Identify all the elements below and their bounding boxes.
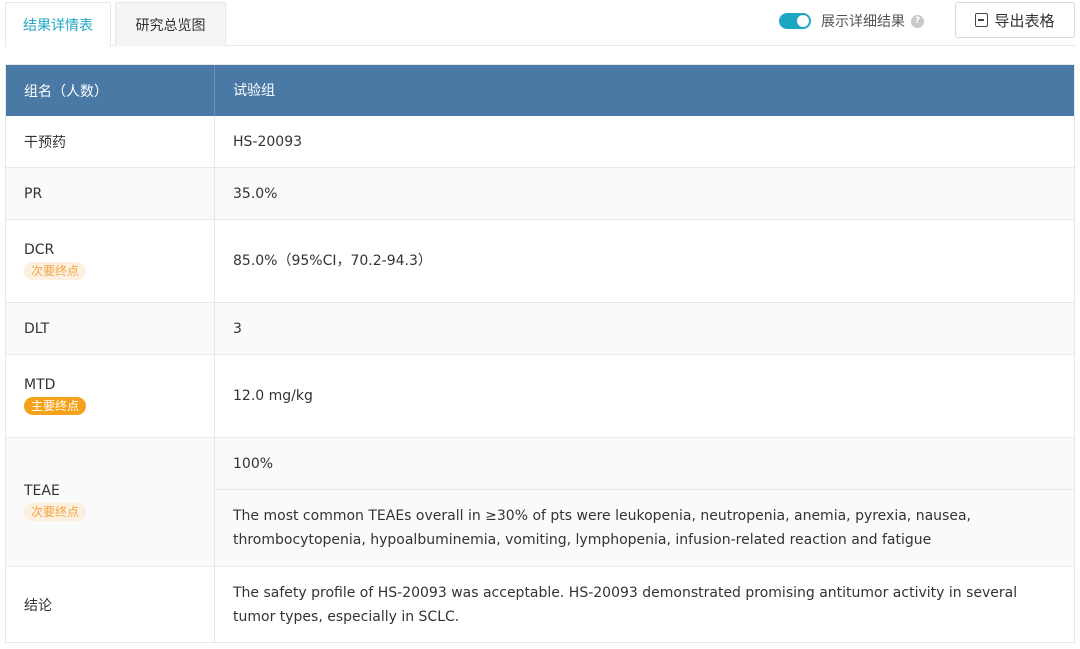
tab-result-details[interactable]: 结果详情表 (5, 2, 111, 47)
table-row: MTD 主要终点 12.0 mg/kg (6, 355, 1074, 438)
primary-endpoint-badge: 主要终点 (24, 397, 87, 415)
teae-rate: 100% (233, 455, 274, 472)
row-value: 12.0 mg/kg (233, 388, 313, 404)
tab-study-overview[interactable]: 研究总览图 (115, 2, 226, 46)
secondary-endpoint-badge: 次要终点 (24, 503, 87, 521)
row-label: DLT (6, 303, 215, 354)
header-trial-group: 试验组 (233, 82, 275, 99)
row-label: 干预药 (6, 116, 215, 167)
table-row: DLT 3 (6, 303, 1074, 355)
row-value-group: 100% The most common TEAEs overall in ≥3… (215, 438, 1074, 566)
show-details-label: 展示详细结果 (821, 14, 905, 30)
table-row: TEAE 次要终点 100% The most common TEAEs ove… (6, 438, 1074, 567)
show-details-switch[interactable] (779, 13, 811, 29)
table-row: 干预药 HS-20093 (6, 116, 1074, 168)
header-group-name: 组名（人数） (6, 65, 215, 116)
table-row: 结论 The safety profile of HS-20093 was ac… (6, 567, 1074, 642)
table-header-row: 组名（人数） 试验组 (6, 65, 1074, 116)
row-label-cell: TEAE 次要终点 (6, 438, 215, 566)
row-label-cell: MTD 主要终点 (6, 355, 215, 437)
results-table: 组名（人数） 试验组 干预药 HS-20093 PR 35.0% DCR 次要终… (5, 64, 1075, 643)
teae-description: The most common TEAEs overall in ≥30% of… (233, 508, 971, 548)
row-subvalue: 100% (215, 438, 1074, 490)
secondary-endpoint-badge: 次要终点 (24, 262, 87, 280)
row-subvalue: The most common TEAEs overall in ≥30% of… (215, 490, 1074, 566)
row-value: HS-20093 (233, 133, 303, 150)
row-label-cell: DCR 次要终点 (6, 220, 215, 302)
row-label: DCR (24, 242, 55, 258)
export-button-label: 导出表格 (994, 11, 1055, 30)
table-row: PR 35.0% (6, 168, 1074, 220)
row-value: 3 (233, 320, 242, 337)
row-label: MTD (24, 377, 56, 393)
switch-knob (797, 15, 809, 27)
row-value: The safety profile of HS-20093 was accep… (233, 584, 1018, 625)
export-table-button[interactable]: 导出表格 (955, 2, 1075, 38)
help-icon[interactable]: ? (911, 14, 924, 28)
row-label: PR (6, 168, 215, 219)
row-label: 结论 (6, 567, 215, 642)
row-value: 85.0%（95%CI，70.2-94.3） (233, 253, 432, 269)
export-icon (975, 13, 989, 27)
row-value: 35.0% (233, 185, 278, 202)
table-row: DCR 次要终点 85.0%（95%CI，70.2-94.3） (6, 220, 1074, 303)
show-details-toggle-group: 展示详细结果 ? (779, 9, 924, 33)
row-label: TEAE (24, 483, 60, 499)
